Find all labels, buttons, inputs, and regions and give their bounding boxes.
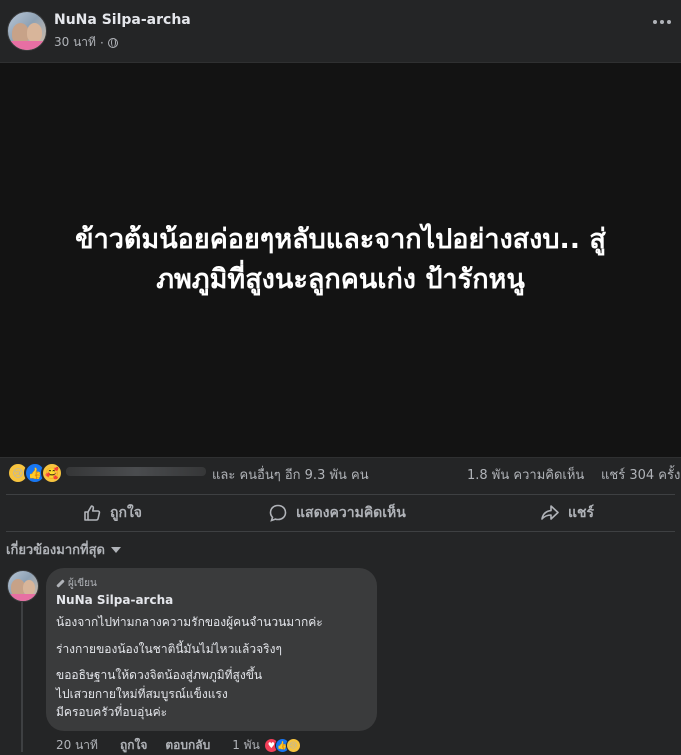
like-label: ถูกใจ: [110, 505, 142, 521]
chevron-down-icon: [110, 546, 121, 553]
post-stats: 😢 👍 🥰 และ คนอื่นๆ อีก 9.3 พัน คน 1.8 พัน…: [0, 458, 681, 488]
post-image-line-2: ภพภูมิที่สูงนะลูกคนเก่ง ป้ารักหนู: [156, 264, 525, 295]
reaction-others[interactable]: และ คนอื่นๆ อีก 9.3 พัน คน: [212, 464, 369, 485]
comment-footer: 20 นาที ถูกใจ ตอบกลับ 1 พัน ♥ 👍 😢: [56, 736, 301, 755]
thread-line: [21, 602, 23, 752]
comment-count[interactable]: 1.8 พัน ความคิดเห็น: [467, 464, 584, 485]
comment-like-button[interactable]: ถูกใจ: [120, 736, 147, 755]
share-arrow-icon: [541, 505, 559, 520]
comment-line-1: น้องจากไปท่ามกลางความรักของผู้คนจำนวนมาก…: [56, 615, 323, 629]
pencil-icon: [56, 579, 65, 588]
share-count[interactable]: แชร์ 304 ครั้ง: [601, 464, 680, 485]
comment-reaction-count[interactable]: 1 พัน: [232, 736, 260, 755]
blurred-names[interactable]: [66, 467, 206, 476]
commenter-avatar[interactable]: [7, 570, 39, 602]
comment-button[interactable]: แสดงความคิดเห็น: [268, 495, 406, 531]
comment-line-5: มีครอบครัวที่อบอุ่นค่ะ: [56, 705, 168, 719]
commenter-name[interactable]: NuNa Silpa-archa: [56, 593, 173, 607]
globe-icon[interactable]: [107, 37, 118, 48]
care-reaction-icon: 🥰: [41, 462, 63, 484]
meta-separator: ·: [99, 35, 104, 50]
author-badge: ผู้เขียน: [56, 576, 97, 591]
post-image[interactable]: ข้าวต้มน้อยค่อยๆหลับและจากไปอย่างสงบ.. ส…: [0, 62, 681, 458]
comment-line-4: ไปเสวยกายใหม่ที่สมบูรณ์แข็งแรง: [56, 686, 228, 701]
post-image-text: ข้าวต้มน้อยค่อยๆหลับและจากไปอย่างสงบ.. ส…: [21, 220, 661, 300]
comment-sort-dropdown[interactable]: เกี่ยวข้องมากที่สุด: [6, 539, 121, 560]
comment-line-3: ขออธิษฐานให้ดวงจิตน้องสู่ภพภูมิที่สูงขึ้…: [56, 668, 263, 682]
author-name[interactable]: NuNa Silpa-archa: [54, 12, 191, 28]
author-badge-label: ผู้เขียน: [68, 578, 97, 589]
post-meta: 30 นาที ·: [54, 33, 118, 52]
post-image-line-1: ข้าวต้มน้อยค่อยๆหลับและจากไปอย่างสงบ.. ส…: [75, 224, 606, 255]
share-label: แชร์: [568, 505, 595, 521]
comment-bubble-icon: [269, 504, 287, 522]
comment-text: น้องจากไปท่ามกลางความรักของผู้คนจำนวนมาก…: [56, 613, 374, 722]
reaction-summary[interactable]: 😢 👍 🥰: [7, 462, 63, 484]
comment-line-2: ร่างกายของน้องในชาตินี้มันไม่ไหวแล้วจริง…: [56, 641, 282, 656]
comment-bubble: ผู้เขียน NuNa Silpa-archa น้องจากไปท่ามก…: [46, 568, 377, 731]
post-actions: ถูกใจ แสดงความคิดเห็น แชร์: [6, 494, 675, 532]
comment-label: แสดงความคิดเห็น: [296, 505, 406, 521]
share-button[interactable]: แชร์: [540, 495, 594, 531]
comment-sort-label: เกี่ยวข้องมากที่สุด: [6, 543, 105, 558]
author-avatar[interactable]: [7, 11, 47, 51]
like-button[interactable]: ถูกใจ: [82, 495, 142, 531]
thumbs-up-icon: [84, 505, 101, 521]
more-options-icon[interactable]: [653, 20, 671, 24]
comment-time[interactable]: 20 นาที: [56, 736, 98, 755]
post-header: NuNa Silpa-archa 30 นาที ·: [0, 0, 681, 62]
comment-reply-button[interactable]: ตอบกลับ: [165, 736, 210, 755]
post-time[interactable]: 30 นาที: [54, 33, 96, 52]
